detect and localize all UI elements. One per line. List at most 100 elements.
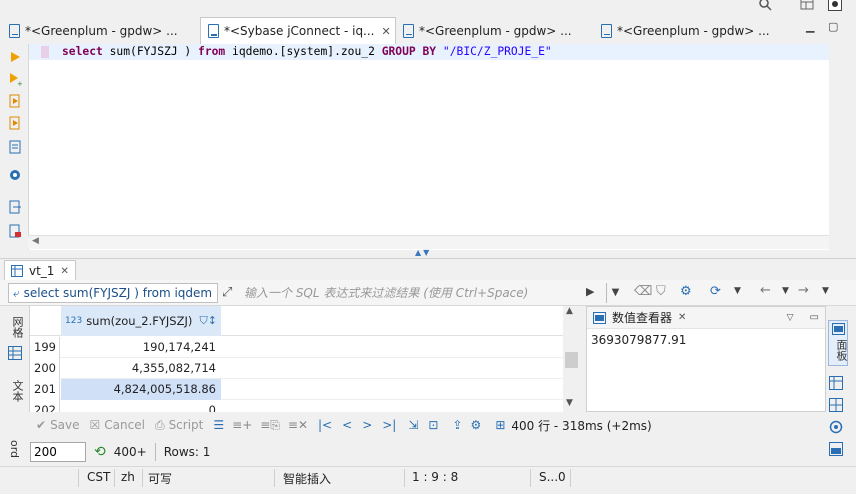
fetch-next-label[interactable]: 400+	[114, 445, 147, 459]
minimize-icon[interactable]: ▁	[806, 20, 814, 33]
fetch-all-icon[interactable]: ⊡	[428, 418, 438, 432]
sort-filter-icon[interactable]: ⛉↕	[200, 314, 217, 328]
load-script-icon[interactable]	[8, 224, 22, 238]
refresh-icon[interactable]: ⟳	[710, 284, 721, 299]
export-icon[interactable]: ⇪	[452, 418, 462, 432]
column-header[interactable]: 123 sum(zou_2.FYJSZJ) ⛉↕	[61, 306, 221, 336]
last-page-icon[interactable]: >|	[382, 418, 396, 432]
row-number: 200	[30, 358, 60, 379]
sql-editor[interactable]: select sum(FYJSZJ ) from iqdemo.[system]…	[28, 44, 830, 250]
database-perspective-icon[interactable]	[828, 0, 842, 11]
query-text[interactable]: ⤶ select sum(FYJSZJ ) from iqdem	[8, 283, 218, 303]
divider	[274, 469, 275, 487]
results-bottom-toolbar: ✔ Save ☒ Cancel ⎙ Script ☰ ≡+ ≡⎘ ≡✕ |< < > …	[30, 412, 826, 438]
sql-keyword: from	[198, 45, 226, 58]
add-row-icon[interactable]: ≡+	[232, 418, 252, 432]
status-extra: S...0	[539, 470, 566, 484]
table-cell[interactable]: 190,174,241	[61, 337, 221, 358]
close-icon[interactable]: ✕	[678, 312, 686, 323]
edit-row-icon[interactable]: ☰	[213, 418, 224, 432]
table-row[interactable]: 201 4,824,005,518.86	[30, 379, 580, 400]
tab-greenplum-1[interactable]: *<Greenplum - gpdw> ...	[2, 17, 198, 44]
scroll-thumb[interactable]	[565, 352, 578, 368]
tab-label: *<Greenplum - gpdw> ...	[419, 23, 572, 38]
forward-icon[interactable]: →	[798, 283, 809, 298]
maximize-icon[interactable]: ▢	[828, 20, 838, 33]
execute-icon[interactable]	[8, 50, 22, 64]
close-icon[interactable]: ✕	[382, 25, 391, 38]
tab-greenplum-3[interactable]: *<Greenplum - gpdw> ...	[594, 17, 790, 44]
fetch-page-icon[interactable]: ⇲	[408, 418, 418, 432]
chevron-down-icon[interactable]: ▼	[822, 286, 829, 296]
filter-icon[interactable]: ⛉	[656, 284, 666, 299]
editor-vertical-scrollbar[interactable]	[829, 44, 856, 250]
filter-input[interactable]	[240, 283, 582, 303]
eraser-icon[interactable]: ⌫	[634, 284, 652, 299]
save-button[interactable]: ✔ Save	[36, 418, 80, 432]
text-view-toggle[interactable]: 文本	[9, 380, 25, 402]
fetch-size-input[interactable]	[30, 442, 86, 462]
minimize-icon[interactable]: ▭	[810, 312, 819, 323]
sql-string: "/BIC/Z_PROJE_E"	[436, 45, 552, 58]
cell-value[interactable]: 3693079877.91	[591, 333, 686, 347]
panel-layout-icon[interactable]	[829, 442, 843, 456]
record-mode-icon[interactable]: ⊞	[495, 418, 505, 432]
chevron-down-icon[interactable]: ▼	[782, 286, 789, 296]
filter-history-dropdown[interactable]: ▼	[606, 283, 624, 303]
view-menu-icon[interactable]: ▽	[787, 313, 794, 323]
script-button[interactable]: ⎙ Script	[155, 418, 203, 433]
back-icon[interactable]: ←	[760, 283, 771, 298]
scroll-left-icon[interactable]: ◀	[32, 236, 39, 246]
explain-plan-icon[interactable]	[8, 140, 22, 154]
prev-page-icon[interactable]: <	[342, 418, 352, 432]
perspective-icon[interactable]	[800, 0, 814, 11]
next-page-icon[interactable]: >	[362, 418, 372, 432]
locale: zh	[121, 470, 135, 484]
table-row[interactable]: 202 0	[30, 400, 580, 412]
search-icon[interactable]	[758, 0, 772, 11]
scroll-down-icon[interactable]: ▼	[566, 398, 573, 408]
filter-settings-icon[interactable]: ⚙	[680, 284, 692, 299]
first-page-icon[interactable]: |<	[318, 418, 332, 432]
settings-icon[interactable]	[8, 168, 22, 182]
tab-greenplum-2[interactable]: *<Greenplum - gpdw> ...	[396, 17, 592, 44]
apply-filter-icon[interactable]: ▶	[586, 285, 594, 298]
editor-horizontal-scrollbar[interactable]: ◀	[28, 235, 829, 249]
table-row[interactable]: 200 4,355,082,714	[30, 358, 580, 379]
table-cell[interactable]: 4,355,082,714	[61, 358, 221, 379]
row-count: Rows: 1	[163, 445, 211, 459]
grid-icon[interactable]	[829, 376, 843, 390]
table-cell-selected[interactable]: 4,824,005,518.86	[61, 379, 221, 400]
fetch-next-icon[interactable]: ⟲	[94, 444, 106, 460]
scroll-up-icon[interactable]: ▲	[566, 306, 573, 316]
sql-text[interactable]: select sum(FYJSZJ ) from iqdemo.[system]…	[62, 45, 552, 58]
record-view-toggle[interactable]: ord	[8, 440, 21, 458]
divider	[570, 469, 571, 487]
export-icon[interactable]	[8, 200, 22, 214]
panels-toggle[interactable]: 面板	[828, 320, 848, 366]
table-row[interactable]: 199 190,174,241	[30, 337, 580, 358]
row-number: 202	[30, 400, 60, 412]
delete-row-icon[interactable]: ≡✕	[288, 418, 308, 432]
settings-icon[interactable]	[829, 420, 843, 434]
expand-icon[interactable]: ⤢	[222, 285, 232, 300]
grid-icon[interactable]	[8, 346, 22, 360]
results-grid[interactable]: 123 sum(zou_2.FYJSZJ) ⛉↕ 199 190,174,241…	[30, 306, 580, 412]
cancel-button[interactable]: ☒ Cancel	[90, 418, 145, 432]
chevron-down-icon[interactable]: ▼	[734, 286, 741, 296]
save-label: Save	[50, 418, 80, 432]
execute-script-icon[interactable]	[8, 94, 22, 108]
layout-icon[interactable]	[829, 398, 843, 412]
execute-script-new-icon[interactable]	[8, 116, 22, 130]
tab-sybase[interactable]: *<Sybase jConnect - iq... ✕	[200, 17, 396, 44]
copy-row-icon[interactable]: ≡⎘	[260, 418, 280, 433]
table-cell[interactable]: 0	[61, 400, 221, 412]
settings-icon[interactable]: ⚙	[471, 418, 482, 432]
execute-new-tab-icon[interactable]: +	[8, 72, 22, 86]
value-viewer-tab[interactable]: 数值查看器 ✕ ▽ ▭	[587, 307, 825, 329]
tab-results[interactable]: vt_1 ✕	[4, 260, 76, 281]
close-icon[interactable]: ✕	[60, 266, 68, 277]
sash-toggle-icon[interactable]: ▲▼	[415, 248, 431, 257]
grid-view-toggle[interactable]: 网格	[9, 316, 25, 338]
grid-vertical-scrollbar[interactable]: ▲ ▼	[563, 306, 580, 412]
